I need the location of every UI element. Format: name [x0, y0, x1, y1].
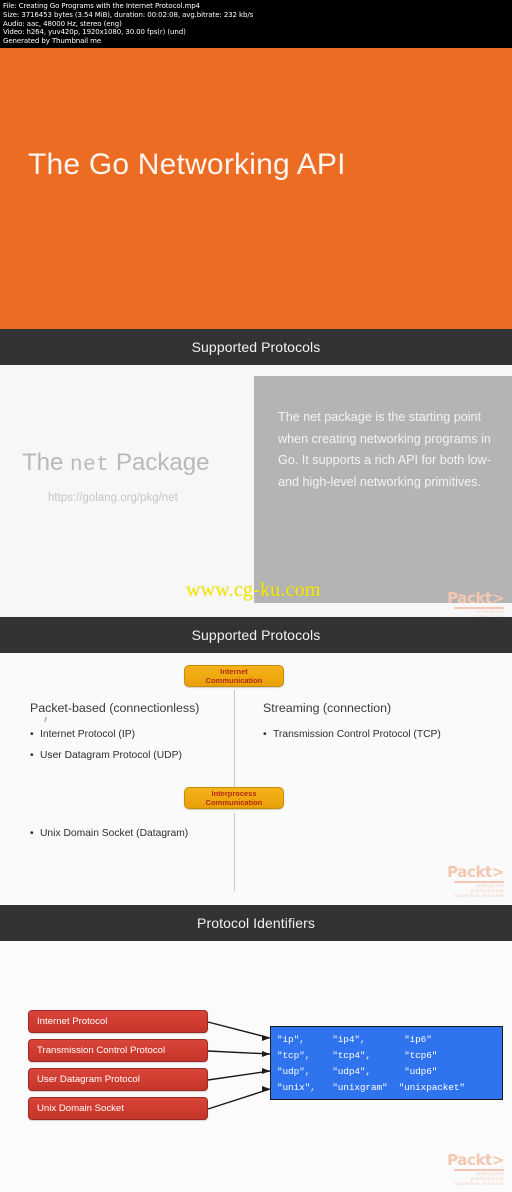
packt-logo-rule	[454, 881, 504, 883]
net-description-text: The net package is the starting point wh…	[278, 410, 491, 489]
bullet-internet-protocol: • Internet Protocol (IP)	[30, 729, 135, 740]
bullet-dot: •	[30, 729, 34, 740]
pill-line-2: Communication	[205, 798, 263, 807]
code-line-tcp: "tcp", "tcp4", "tcp6"	[277, 1050, 438, 1061]
packt-logo: Packt> enterprise professional expertise…	[444, 589, 504, 618]
packt-logo-tagline: enterprise professional expertise distil…	[470, 609, 504, 618]
site-watermark: www.cg-ku.com	[186, 579, 321, 601]
column-divider-bottom	[234, 813, 235, 891]
protocol-box-label: Transmission Control Protocol	[37, 1045, 166, 1056]
bullet-unix-domain-socket: • Unix Domain Socket (Datagram)	[30, 828, 188, 839]
column-divider-top	[234, 690, 235, 800]
section-bar-supported-protocols-1: Supported Protocols	[0, 329, 512, 365]
net-package-url: https://golang.org/pkg/net	[48, 492, 178, 504]
section-bar-label: Supported Protocols	[191, 627, 321, 643]
net-heading-mono: net	[70, 454, 110, 477]
packt-logo-word: Packt>	[447, 1151, 504, 1169]
slide-title-heading: The Go Networking API	[28, 148, 346, 181]
protocol-box-user-datagram-protocol: User Datagram Protocol	[28, 1068, 208, 1091]
packt-logo-word: Packt>	[447, 863, 504, 881]
packt-logo-word: Packt>	[447, 589, 504, 607]
section-bar-protocol-identifiers: Protocol Identifiers	[0, 905, 512, 941]
bullet-label: User Datagram Protocol (UDP)	[40, 750, 182, 761]
bullet-label: Unix Domain Socket (Datagram)	[40, 828, 189, 839]
pill-line-1: Internet	[220, 666, 248, 676]
video-thumbnail-sheet: File: Creating Go Programs with the Inte…	[0, 0, 512, 1192]
section-bar-label: Supported Protocols	[191, 339, 321, 355]
protocol-box-label: Unix Domain Socket	[37, 1103, 124, 1114]
slide-supported-protocols-frame: Internet Communication Packet-based (con…	[0, 653, 512, 905]
packt-logo-rule	[454, 1169, 504, 1171]
net-heading-suffix: Package	[109, 449, 210, 476]
section-bar-label: Protocol Identifiers	[197, 915, 315, 931]
net-package-heading: The net Package	[22, 449, 209, 477]
packt-logo-rule	[454, 607, 504, 609]
bullet-dot: •	[30, 828, 34, 839]
bullet-dot: •	[263, 729, 267, 740]
slide-net-package-frame: The net Package https://golang.org/pkg/n…	[0, 365, 512, 617]
pill-line-2: Communication	[205, 676, 263, 685]
code-line-unix: "unix", "unixgram" "unixpacket"	[277, 1082, 465, 1093]
bullet-transmission-control-protocol: • Transmission Control Protocol (TCP)	[263, 729, 441, 740]
video-metadata-header: File: Creating Go Programs with the Inte…	[0, 0, 512, 48]
pill-line-1: Interprocess	[211, 788, 257, 798]
packt-logo-tagline: enterprise professional expertise distil…	[454, 883, 504, 899]
meta-line-video: Video: h264, yuv420p, 1920x1080, 30.00 f…	[3, 28, 186, 37]
bullet-label: Transmission Control Protocol (TCP)	[273, 729, 441, 740]
slide-title-frame: The Go Networking API Packt> enterprise …	[0, 48, 512, 330]
protocol-identifier-code-panel: "ip", "ip4", "ip6" "tcp", "tcp4", "tcp6"…	[270, 1026, 503, 1100]
protocol-box-label: User Datagram Protocol	[37, 1074, 140, 1085]
code-line-udp: "udp", "udp4", "udp6"	[277, 1066, 438, 1077]
packt-logo: Packt> enterprise professional expertise…	[444, 1151, 504, 1187]
bullet-user-datagram-protocol: • User Datagram Protocol (UDP)	[30, 750, 182, 761]
meta-line-audio: Audio: aac, 48000 Hz, stereo (eng)	[3, 19, 122, 28]
section-bar-supported-protocols-2: Supported Protocols	[0, 617, 512, 653]
protocol-box-label: Internet Protocol	[37, 1016, 108, 1027]
net-heading-prefix: The	[22, 449, 71, 476]
heading-packet-based: Packet-based (connectionless)	[30, 701, 200, 715]
meta-line-file: File: Creating Go Programs with the Inte…	[3, 2, 200, 10]
net-description-panel: The net package is the starting point wh…	[254, 376, 512, 603]
packt-logo-tagline: enterprise professional expertise distil…	[454, 1171, 504, 1187]
stray-mark	[44, 716, 47, 723]
pill-interprocess-communication: Interprocess Communication	[184, 787, 284, 809]
heading-streaming: Streaming (connection)	[263, 701, 392, 715]
code-line-ip: "ip", "ip4", "ip6"	[277, 1034, 432, 1045]
protocol-box-transmission-control-protocol: Transmission Control Protocol	[28, 1039, 208, 1062]
meta-line-size: Size: 3716453 bytes (3.54 MiB), duration…	[3, 10, 254, 19]
bullet-label: Internet Protocol (IP)	[40, 729, 135, 740]
packt-logo: Packt> enterprise professional expertise…	[444, 863, 504, 899]
bullet-dot: •	[30, 750, 34, 761]
pill-internet-communication: Internet Communication	[184, 665, 284, 687]
protocol-box-internet-protocol: Internet Protocol	[28, 1010, 208, 1033]
meta-line-generator: Generated by Thumbnail me	[3, 37, 102, 46]
protocol-box-unix-domain-socket: Unix Domain Socket	[28, 1097, 208, 1120]
